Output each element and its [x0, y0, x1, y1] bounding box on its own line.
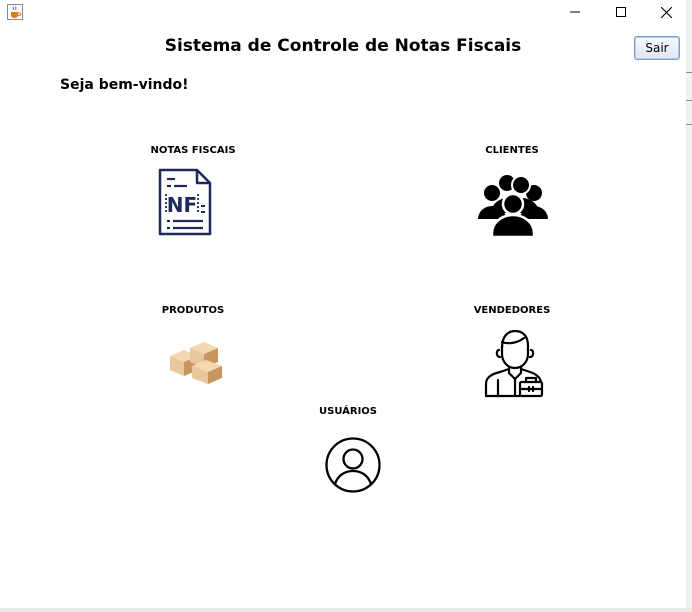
minimize-button[interactable] [552, 0, 598, 24]
maximize-button[interactable] [598, 0, 644, 24]
java-cup-icon [7, 4, 23, 20]
main-window: Sistema de Controle de Notas Fiscais Sai… [0, 0, 687, 609]
minimize-icon [570, 11, 580, 13]
close-icon [660, 6, 672, 18]
background-divider [686, 124, 692, 125]
close-button[interactable] [643, 0, 689, 24]
taskbar-strip [0, 608, 692, 612]
maximize-icon [616, 7, 626, 17]
module-label-notas-fiscais: NOTAS FISCAIS [150, 145, 236, 156]
welcome-message: Seja bem-vindo! [60, 77, 189, 93]
page-title: Sistema de Controle de Notas Fiscais [164, 36, 522, 56]
background-divider [686, 72, 692, 73]
module-label-produtos: PRODUTOS [161, 305, 225, 316]
boxes-icon[interactable] [168, 338, 224, 384]
title-bar[interactable] [0, 0, 686, 24]
logout-button[interactable]: Sair [634, 36, 680, 60]
salesman-icon[interactable] [484, 328, 544, 398]
module-label-usuarios: USUÁRIOS [319, 406, 377, 417]
user-circle-icon[interactable] [324, 436, 382, 494]
people-group-icon[interactable] [478, 173, 548, 237]
module-label-clientes: CLIENTES [485, 145, 539, 156]
svg-text:NF: NF [167, 193, 197, 217]
invoice-nf-icon[interactable]: NF [157, 168, 213, 238]
desktop-background [686, 0, 692, 612]
background-divider [686, 100, 692, 101]
module-label-vendedores: VENDEDORES [473, 305, 551, 316]
